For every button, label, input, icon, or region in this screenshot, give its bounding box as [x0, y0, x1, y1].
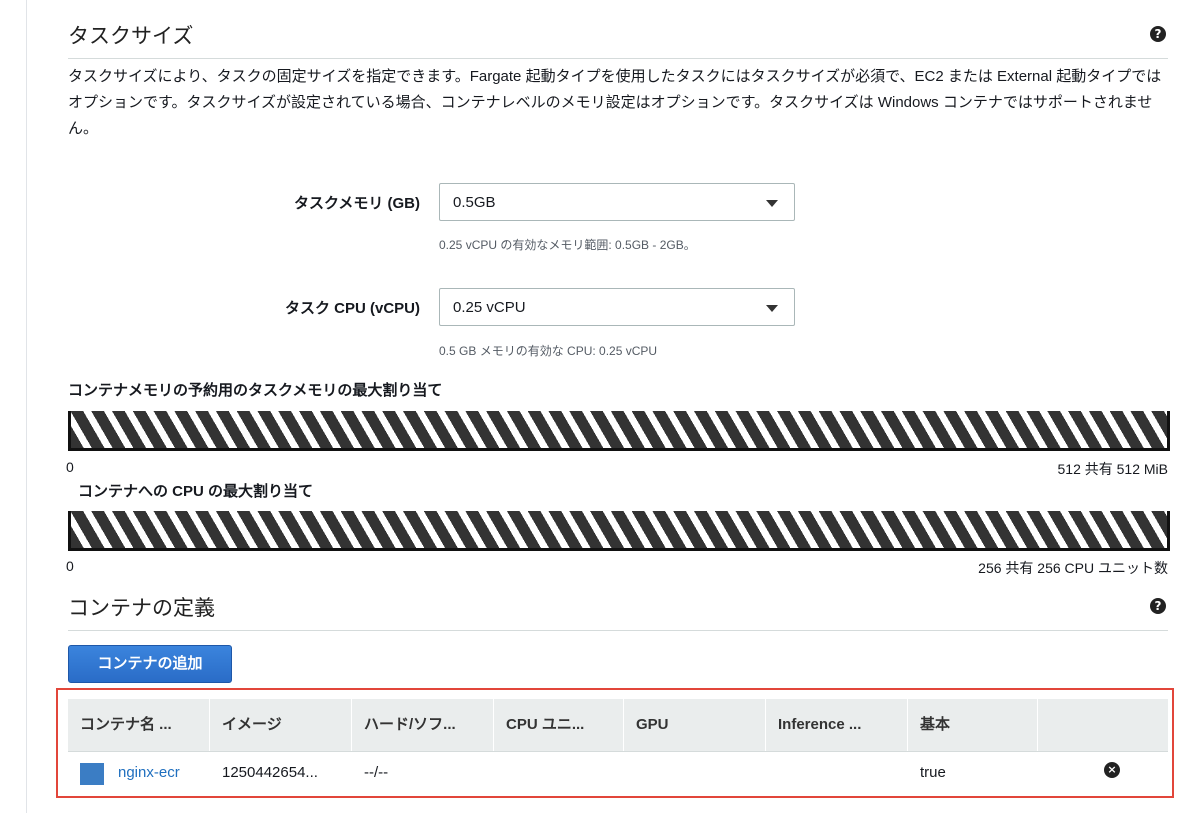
container-definitions-header: コンテナの定義 ?	[68, 580, 1168, 631]
task-cpu-label: タスク CPU (vCPU)	[284, 300, 420, 317]
container-image: 1250442654...	[222, 764, 318, 781]
chevron-down-icon	[766, 200, 778, 207]
cpu-allocation-min: 0	[66, 558, 74, 574]
remove-container-icon[interactable]: ×	[1104, 762, 1120, 778]
task-size-header: タスクサイズ ?	[68, 0, 1168, 59]
container-cpu-units	[494, 752, 624, 792]
column-header-container-name[interactable]: コンテナ名 ...	[68, 699, 210, 751]
task-memory-hint: 0.25 vCPU の有効なメモリ範囲: 0.5GB - 2GB。	[439, 238, 696, 252]
column-header-cpu-units[interactable]: CPU ユニ...	[494, 699, 624, 751]
help-icon[interactable]: ?	[1150, 26, 1166, 42]
container-color-swatch	[80, 763, 104, 785]
column-header-inference[interactable]: Inference ...	[766, 699, 908, 751]
cpu-allocation-title: コンテナへの CPU の最大割り当て	[78, 483, 314, 500]
cpu-allocation-bar	[68, 511, 1170, 551]
column-header-image[interactable]: イメージ	[210, 699, 352, 751]
help-icon[interactable]: ?	[1150, 598, 1166, 614]
task-memory-label: タスクメモリ (GB)	[293, 195, 420, 212]
column-header-memory-limits[interactable]: ハード/ソフ...	[352, 699, 494, 751]
memory-allocation-min: 0	[66, 459, 74, 475]
memory-allocation-title: コンテナメモリの予約用のタスクメモリの最大割り当て	[68, 382, 443, 399]
table-row[interactable]: nginx-ecr 1250442654... --/-- true ×	[68, 752, 1168, 792]
add-container-button[interactable]: コンテナの追加	[68, 645, 232, 683]
container-essential: true	[920, 764, 946, 781]
column-header-gpu[interactable]: GPU	[624, 699, 766, 751]
task-memory-select[interactable]: 0.5GB	[439, 183, 795, 221]
container-gpu	[624, 752, 766, 792]
task-size-description: タスクサイズにより、タスクの固定サイズを指定できます。Fargate 起動タイプ…	[68, 68, 1162, 137]
container-memory-limits: --/--	[364, 764, 389, 781]
task-memory-value: 0.5GB	[453, 194, 496, 211]
table-header: コンテナ名 ... イメージ ハード/ソフ... CPU ユニ... GPU I…	[68, 699, 1168, 752]
column-header-essential[interactable]: 基本	[908, 699, 1038, 751]
column-header-actions	[1038, 699, 1168, 751]
task-cpu-value: 0.25 vCPU	[453, 299, 526, 316]
cpu-allocation-max: 256 共有 256 CPU ユニット数	[978, 560, 1168, 576]
container-definitions-title: コンテナの定義	[68, 597, 215, 620]
task-cpu-select[interactable]: 0.25 vCPU	[439, 288, 795, 326]
container-name-link[interactable]: nginx-ecr	[106, 752, 210, 792]
memory-allocation-max: 512 共有 512 MiB	[1057, 461, 1169, 477]
container-name[interactable]: nginx-ecr	[118, 764, 180, 781]
left-border	[26, 0, 27, 813]
chevron-down-icon	[766, 305, 778, 312]
task-cpu-hint: 0.5 GB メモリの有効な CPU: 0.25 vCPU	[439, 344, 658, 358]
container-inference	[766, 752, 908, 792]
memory-allocation-bar	[68, 411, 1170, 451]
task-size-title: タスクサイズ	[68, 25, 194, 48]
container-table: コンテナ名 ... イメージ ハード/ソフ... CPU ユニ... GPU I…	[56, 688, 1174, 798]
